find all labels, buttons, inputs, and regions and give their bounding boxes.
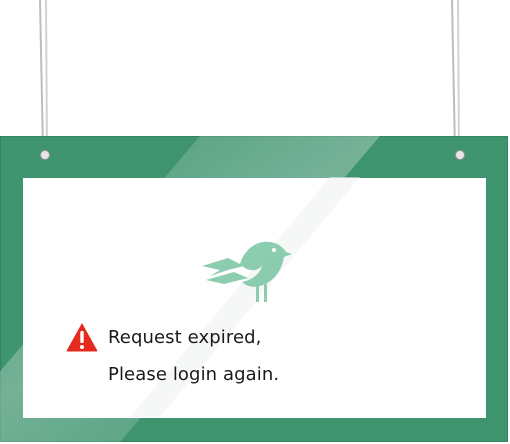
warning-icon [66, 323, 98, 352]
message-row-1: Request expired, [66, 322, 262, 352]
right-hook-icon [455, 150, 465, 160]
left-hook-icon [40, 150, 50, 160]
hanging-sign-dialog: Request expired, Please login again. [0, 0, 510, 444]
bird-logo-icon [202, 241, 292, 302]
error-message-line1: Request expired, [108, 326, 262, 348]
error-message-line2: Please login again. [108, 364, 280, 385]
message-row-2: Please login again. [108, 364, 279, 385]
